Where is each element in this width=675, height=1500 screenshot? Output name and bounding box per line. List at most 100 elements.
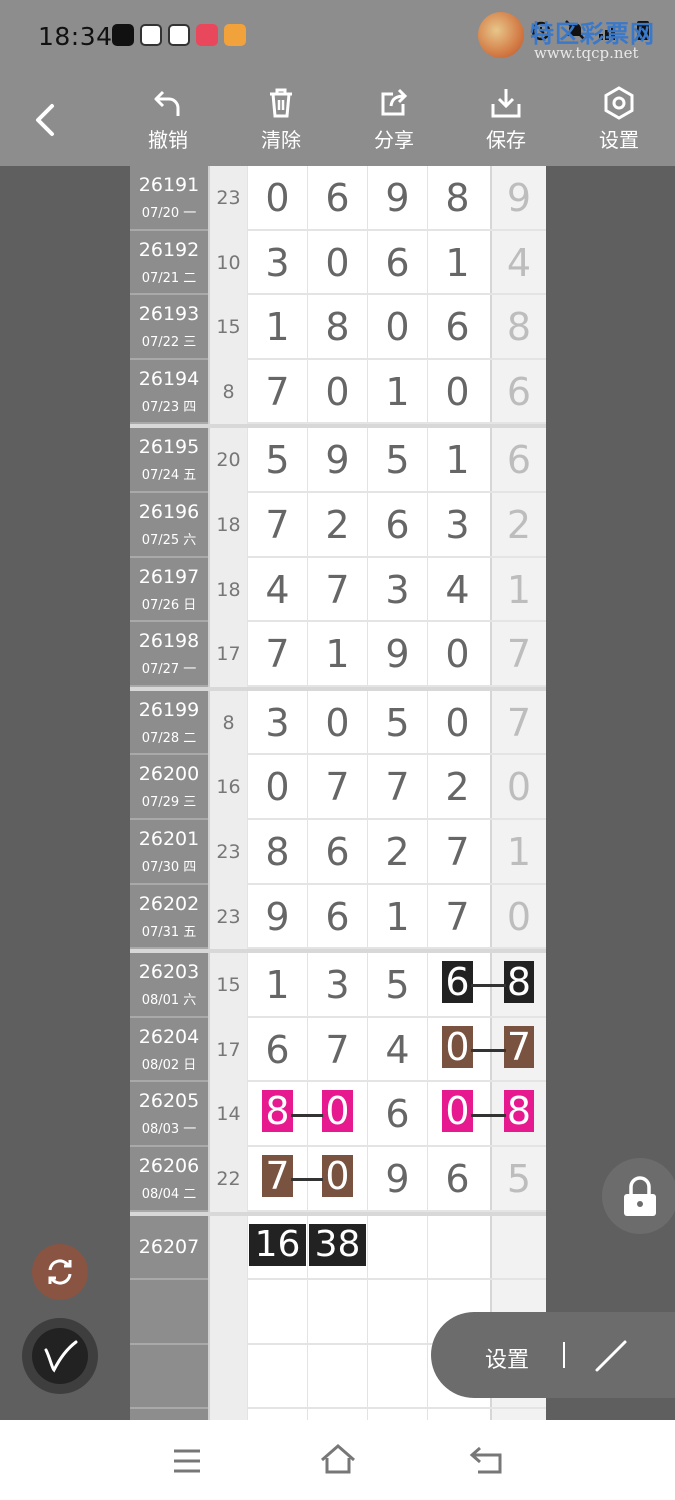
- digit-cells[interactable]: 30507: [247, 690, 546, 756]
- digit-cell[interactable]: 6: [247, 1017, 307, 1081]
- lock-button[interactable]: [602, 1158, 675, 1234]
- digit-cell[interactable]: 0: [247, 755, 307, 818]
- digit-cell[interactable]: 6: [427, 295, 487, 358]
- digit-cell[interactable]: 9: [367, 622, 427, 685]
- digit-cell[interactable]: 3: [427, 493, 487, 556]
- line-tool-icon[interactable]: [591, 1336, 631, 1376]
- digit-cell[interactable]: 7: [427, 884, 487, 948]
- digit-cell[interactable]: 7: [427, 820, 487, 883]
- digit-cells[interactable]: 06989: [247, 166, 546, 231]
- digit-cell[interactable]: 4: [247, 557, 307, 621]
- digit-cell[interactable]: 9: [490, 166, 546, 229]
- table-row[interactable]: [130, 1409, 546, 1420]
- digit-cells[interactable]: 16 38: [247, 1215, 546, 1281]
- highlighted-digit[interactable]: 0: [442, 1025, 473, 1068]
- digit-cell[interactable]: 1: [307, 622, 367, 685]
- digit-cell[interactable]: 6: [367, 230, 427, 294]
- digit-cell[interactable]: 5: [367, 428, 427, 491]
- digit-cells[interactable]: 70965: [247, 1147, 546, 1212]
- table-row[interactable]: 26196 07/25 六 18 7 2 6 3 2: [130, 493, 546, 558]
- save-button[interactable]: 保存: [466, 86, 546, 153]
- digit-cell[interactable]: [247, 1280, 307, 1343]
- digit-cell[interactable]: 1: [247, 295, 307, 358]
- digit-cell[interactable]: 5: [367, 953, 427, 1016]
- digit-cell[interactable]: 9: [367, 1147, 427, 1210]
- digit-cells[interactable]: 07720: [247, 755, 546, 820]
- table-row[interactable]: 26194 07/23 四870106: [130, 359, 546, 425]
- digit-cell[interactable]: 6: [307, 820, 367, 883]
- table-row[interactable]: 26205 08/03 一 14 8 0 6 0 8: [130, 1082, 546, 1147]
- digit-cell[interactable]: 8: [247, 820, 307, 883]
- highlighted-digit[interactable]: 0: [442, 1090, 473, 1133]
- digit-cell[interactable]: 0: [490, 755, 546, 818]
- digit-cells[interactable]: 18068: [247, 295, 546, 360]
- table-row[interactable]: 26195 07/24 五 20 5 9 5 1 6: [130, 428, 546, 493]
- table-row[interactable]: 26191 07/20 一 23 0 6 9 8 9: [130, 166, 546, 231]
- digit-cell[interactable]: 5: [247, 428, 307, 491]
- digit-cell[interactable]: 1: [427, 230, 487, 294]
- digit-cell[interactable]: [427, 1215, 487, 1279]
- digit-cell[interactable]: 7: [247, 359, 307, 423]
- table-row[interactable]: 26198 07/27 一 17 7 1 9 0 7: [130, 622, 546, 687]
- digit-cells[interactable]: 96170: [247, 884, 546, 950]
- digit-cells[interactable]: [247, 1409, 546, 1420]
- highlighted-digit[interactable]: 0: [322, 1090, 353, 1133]
- digit-cell[interactable]: 0: [307, 359, 367, 423]
- digit-cell[interactable]: 9: [247, 884, 307, 948]
- home-icon[interactable]: [318, 1442, 358, 1476]
- digit-cell[interactable]: 0: [427, 690, 487, 754]
- digit-cell[interactable]: 7: [490, 622, 546, 685]
- digit-cell[interactable]: [247, 1344, 307, 1408]
- refresh-button[interactable]: [32, 1244, 88, 1300]
- digit-cells[interactable]: 71907: [247, 622, 546, 687]
- digit-cell[interactable]: 4: [427, 557, 487, 621]
- highlighted-digit[interactable]: 8: [503, 961, 535, 1004]
- digit-cell[interactable]: 0: [247, 166, 307, 229]
- digit-cell[interactable]: 1: [490, 820, 546, 883]
- table-row[interactable]: 26201 07/30 四 23 8 6 2 7 1: [130, 820, 546, 885]
- digit-cell[interactable]: 1: [490, 557, 546, 621]
- highlighted-digit[interactable]: 8: [262, 1090, 293, 1133]
- digit-cell[interactable]: 6: [307, 884, 367, 948]
- table-row[interactable]: 26206 08/04 二 22 7 0 9 6 5: [130, 1147, 546, 1212]
- digit-cell[interactable]: 7: [367, 755, 427, 818]
- highlighted-digit[interactable]: 7: [262, 1155, 293, 1197]
- digit-cell[interactable]: 3: [247, 690, 307, 754]
- share-button[interactable]: 分享: [354, 86, 434, 153]
- digit-cell[interactable]: 7: [307, 755, 367, 818]
- table-row[interactable]: 26199 07/28 二830507: [130, 690, 546, 756]
- digit-cell[interactable]: [367, 1215, 427, 1279]
- clear-button[interactable]: 清除: [241, 86, 321, 153]
- table-row[interactable]: 26203 08/01 六 15 1 3 5 6 8: [130, 953, 546, 1018]
- digit-cell[interactable]: 1: [427, 428, 487, 491]
- digit-cell[interactable]: 6: [490, 428, 546, 491]
- digit-cells[interactable]: 67407: [247, 1017, 546, 1083]
- digit-cell[interactable]: 8: [490, 295, 546, 358]
- digit-cell[interactable]: 0: [307, 690, 367, 754]
- digit-cell[interactable]: [427, 1409, 487, 1420]
- digit-cells[interactable]: 80608: [247, 1082, 546, 1147]
- settings-pill[interactable]: 设置: [431, 1312, 675, 1398]
- undo-button[interactable]: 撤销: [128, 86, 208, 153]
- digit-cell[interactable]: 1: [367, 359, 427, 423]
- digit-cells[interactable]: 59516: [247, 428, 546, 493]
- digit-cell[interactable]: 6: [307, 166, 367, 229]
- digit-cells[interactable]: 47341: [247, 557, 546, 623]
- table-row[interactable]: 26192 07/21 二 10 3 0 6 1 4: [130, 230, 546, 296]
- digit-cell[interactable]: 1: [367, 884, 427, 948]
- digit-cells[interactable]: 72632: [247, 493, 546, 558]
- digit-cell[interactable]: 2: [427, 755, 487, 818]
- digit-cell[interactable]: 8: [427, 166, 487, 229]
- menu-icon[interactable]: [170, 1446, 204, 1476]
- digit-cell[interactable]: 3: [307, 953, 367, 1016]
- digit-cell[interactable]: 6: [367, 493, 427, 556]
- digit-cell[interactable]: 0: [367, 295, 427, 358]
- digit-cell[interactable]: 2: [367, 820, 427, 883]
- digit-cell[interactable]: 5: [490, 1147, 546, 1210]
- digit-cell[interactable]: 9: [367, 166, 427, 229]
- digit-cell[interactable]: [307, 1344, 367, 1408]
- highlighted-digit[interactable]: 6: [442, 961, 473, 1004]
- table-row[interactable]: 26202 07/31 五 23 9 6 1 7 0: [130, 884, 546, 950]
- digit-cell[interactable]: 0: [427, 622, 487, 685]
- digit-cells[interactable]: 30614: [247, 230, 546, 296]
